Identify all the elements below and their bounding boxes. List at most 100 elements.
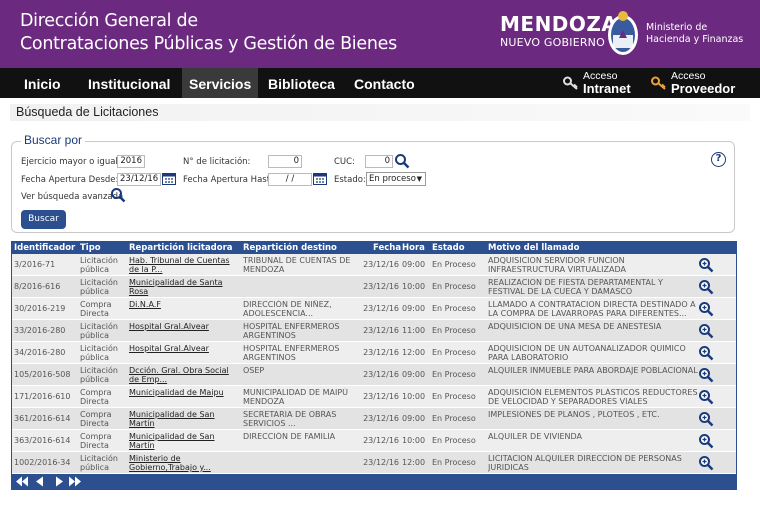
column-header-hora[interactable]: Hora (402, 242, 425, 254)
table-row[interactable]: 105/2016-508 Licitación pública Dcción. Gr… (12, 364, 736, 386)
cell-licitadora[interactable]: Municipalidad de Santa Rosa (129, 278, 239, 296)
access-proveedor-link[interactable]: Acceso Proveedor (671, 71, 736, 96)
table-row[interactable]: 8/2016-616 Licitación pública Municipalida… (12, 276, 736, 298)
cell-identificador: 363/2016-614 (14, 436, 71, 445)
cell-estado: En Proceso (432, 304, 476, 313)
last-page-icon[interactable] (68, 476, 82, 487)
cell-licitadora[interactable]: Municipalidad de San Martín (129, 432, 239, 450)
fecha-hasta-label: Fecha Apertura Hasta: (183, 175, 279, 185)
government-logo[interactable]: MENDOZA NUEVO GOBIERNO Ministerio de Hac… (500, 8, 755, 62)
nav-item-institucional[interactable]: Institucional (88, 68, 170, 98)
magnifier-icon[interactable] (394, 153, 410, 169)
zoom-icon[interactable] (698, 455, 714, 471)
magnifier-icon[interactable] (110, 187, 126, 203)
results-table: Identificador Tipo Repartición licitador… (11, 241, 737, 490)
search-button[interactable]: Buscar (21, 210, 66, 229)
cell-hora: 11:00 (402, 326, 426, 335)
ministry-line1: Ministerio de (646, 22, 708, 33)
cell-identificador: 34/2016-280 (14, 348, 66, 357)
cell-motivo: REALIZACION DE FIESTA DEPARTAMENTAL Y FE… (488, 278, 663, 296)
zoom-icon[interactable] (698, 323, 714, 339)
nro-licitacion-input[interactable]: 0 (268, 155, 302, 168)
first-page-icon[interactable] (15, 476, 29, 487)
cell-motivo: ALQUILER INMUEBLE PARA ABORDAJE POBLACIO… (488, 366, 698, 375)
chevron-down-icon: ▼ (416, 175, 422, 183)
table-row[interactable]: 1002/2016-34 Licitación pública Ministerio… (12, 452, 736, 474)
column-header-fecha[interactable]: Fecha (373, 242, 401, 254)
table-row[interactable]: 363/2016-614 Compra Directa Municipalidad … (12, 430, 736, 452)
prev-page-icon[interactable] (33, 476, 47, 487)
cell-estado: En Proceso (432, 392, 476, 401)
cell-motivo: ALQUILER DE VIVIENDA (488, 432, 583, 441)
cell-tipo: Licitación pública (80, 454, 118, 472)
advanced-search-link[interactable]: Ver búsqueda avanzada (21, 192, 123, 202)
zoom-icon[interactable] (698, 411, 714, 427)
column-header-identificador[interactable]: Identificador (14, 242, 75, 254)
access-proveedor-line2: Proveedor (671, 81, 736, 96)
cuc-input[interactable]: 0 (365, 155, 393, 168)
cell-licitadora[interactable]: Ministerio de Gobierno,Trabajo y... (129, 454, 239, 472)
table-row[interactable]: 171/2016-610 Compra Directa Municipalidad … (12, 386, 736, 408)
cell-motivo: ADQUISICION DE UNA MESA DE ANESTESIA (488, 322, 662, 331)
fecha-desde-input[interactable]: 23/12/16 (117, 173, 161, 186)
cell-licitadora[interactable]: Hab. Tribunal de Cuentas de la P... (129, 256, 239, 274)
cell-licitadora[interactable]: Di.N.A.F (129, 300, 239, 318)
zoom-icon[interactable] (698, 367, 714, 383)
table-row[interactable]: 34/2016-280 Licitación pública Hospital Gr… (12, 342, 736, 364)
table-row[interactable]: 33/2016-280 Licitación pública Hospital Gr… (12, 320, 736, 342)
cell-licitadora[interactable]: Municipalidad de Maipu (129, 388, 239, 406)
nro-licitacion-label: N° de licitación: (183, 157, 251, 167)
cell-tipo: Compra Directa (80, 388, 112, 406)
key-icon (651, 76, 666, 90)
zoom-icon[interactable] (698, 345, 714, 361)
nav-item-biblioteca[interactable]: Biblioteca (268, 68, 335, 98)
estado-select-value: En proceso (369, 174, 416, 184)
nav-item-contacto[interactable]: Contacto (354, 68, 415, 98)
cell-fecha: 23/12/16 (363, 304, 399, 313)
column-header-licitadora[interactable]: Repartición licitadora (129, 242, 233, 254)
column-header-destino[interactable]: Repartición destino (243, 242, 337, 254)
table-row[interactable]: 361/2016-614 Compra Directa Municipalidad … (12, 408, 736, 430)
table-row[interactable]: 30/2016-219 Compra Directa Di.N.A.F DIRECCI… (12, 298, 736, 320)
cell-motivo: LICITACION ALQUILER DIRECCION DE PERSONA… (488, 454, 682, 472)
cell-fecha: 23/12/16 (363, 370, 399, 379)
next-page-icon[interactable] (52, 476, 66, 487)
column-header-motivo[interactable]: Motivo del llamado (488, 242, 579, 254)
help-icon[interactable]: ? (711, 152, 726, 167)
nav-item-servicios[interactable]: Servicios (182, 68, 259, 98)
calendar-icon[interactable] (313, 172, 327, 185)
zoom-icon[interactable] (698, 301, 714, 317)
cell-tipo: Licitación pública (80, 344, 118, 362)
cell-hora: 09:00 (402, 414, 426, 423)
calendar-icon[interactable] (162, 172, 176, 185)
zoom-icon[interactable] (698, 279, 714, 295)
nav-item-inicio[interactable]: Inicio (24, 68, 61, 98)
cell-hora: 12:00 (402, 458, 426, 467)
zoom-icon[interactable] (698, 257, 714, 273)
ejercicio-input[interactable]: 2016 (117, 155, 145, 168)
site-title[interactable]: Dirección General de Contrataciones Públ… (20, 10, 397, 56)
column-header-tipo[interactable]: Tipo (80, 242, 101, 254)
cell-hora: 09:00 (402, 304, 426, 313)
cell-estado: En Proceso (432, 436, 476, 445)
table-header: Identificador Tipo Repartición licitador… (12, 242, 736, 254)
key-icon (563, 76, 578, 90)
zoom-icon[interactable] (698, 389, 714, 405)
cell-destino: DIRECCIÓN DE FAMILIA (243, 432, 336, 441)
cell-fecha: 23/12/16 (363, 326, 399, 335)
cell-fecha: 23/12/16 (363, 458, 399, 467)
cell-tipo: Compra Directa (80, 410, 112, 428)
cell-estado: En Proceso (432, 326, 476, 335)
access-intranet-link[interactable]: Acceso Intranet (583, 71, 631, 96)
cell-licitadora[interactable]: Hospital Gral.Alvear (129, 344, 239, 362)
cell-licitadora[interactable]: Hospital Gral.Alvear (129, 322, 239, 340)
cell-licitadora[interactable]: Dcción. Gral. Obra Social de Emp... (129, 366, 239, 384)
column-header-estado[interactable]: Estado (432, 242, 465, 254)
cell-licitadora[interactable]: Municipalidad de San Martín (129, 410, 239, 428)
estado-select[interactable]: En proceso ▼ (366, 172, 426, 186)
table-row[interactable]: 3/2016-71 Licitación pública Hab. Tribunal… (12, 254, 736, 276)
zoom-icon[interactable] (698, 433, 714, 449)
cell-identificador: 8/2016-616 (14, 282, 61, 291)
cell-fecha: 23/12/16 (363, 436, 399, 445)
fecha-hasta-input[interactable]: / / (268, 173, 312, 186)
